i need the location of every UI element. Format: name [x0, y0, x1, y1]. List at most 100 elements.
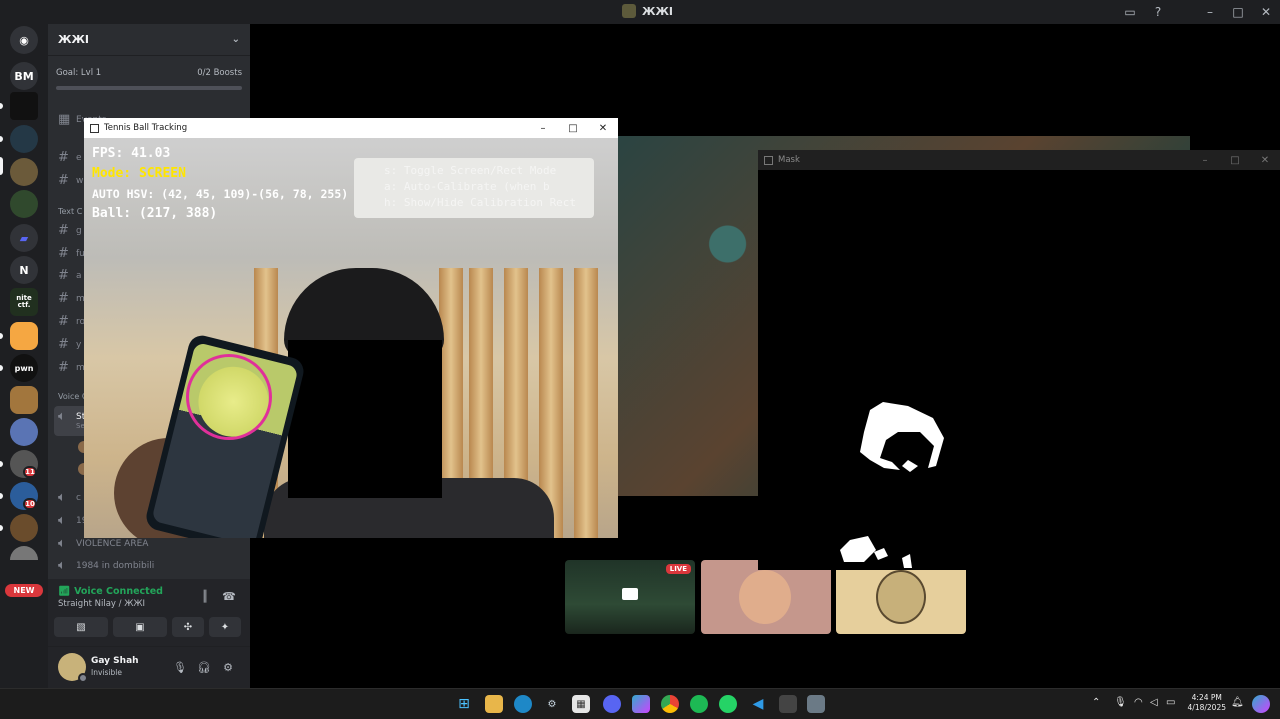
stream-thumbnail[interactable]: LIVE [565, 560, 695, 634]
voice-location[interactable]: Straight Nilay / ЖЖI [58, 599, 145, 609]
minimize-button[interactable]: – [528, 118, 558, 138]
terminal-icon[interactable] [779, 695, 797, 713]
server-icon-10[interactable] [10, 386, 38, 414]
text-channel[interactable]: # g [58, 223, 82, 238]
category-text-channels[interactable]: Text C [58, 207, 82, 216]
mode-readout: Mode: SCREEN [92, 166, 186, 181]
copilot-icon[interactable] [632, 695, 650, 713]
clock-time: 4:24 PM [1191, 693, 1222, 702]
soundboard-button[interactable]: ✦ [209, 617, 241, 637]
headphones-icon[interactable]: 🎧︎ [196, 659, 212, 675]
speaker-icon: 🔈︎ [58, 536, 66, 551]
maximize-button[interactable]: □ [1220, 150, 1250, 170]
voice-channel[interactable]: 🔈︎ c [58, 490, 81, 505]
mask-window[interactable]: Mask – □ ✕ [758, 150, 1280, 570]
spotify-icon[interactable] [690, 695, 708, 713]
server-n[interactable]: N [10, 256, 38, 284]
ball-position-readout: Ball: (217, 388) [92, 206, 218, 221]
tray-overflow-icon[interactable]: ⌃ [1092, 697, 1100, 708]
activities-button[interactable]: ✣ [172, 617, 204, 637]
window-title: ЖЖI [642, 4, 674, 18]
windows-start-icon[interactable]: ⊞ [455, 695, 473, 713]
maximize-button[interactable]: □ [1224, 0, 1252, 24]
mask-blob [902, 554, 912, 568]
text-channel[interactable]: # w [58, 173, 83, 188]
server-icon-3[interactable] [10, 125, 38, 153]
text-channel[interactable]: # m [58, 291, 85, 306]
participant-tile[interactable] [836, 560, 966, 634]
close-button[interactable]: ✕ [1250, 150, 1280, 170]
text-channel[interactable]: # m [58, 360, 85, 375]
inbox-icon[interactable]: ▭ [1116, 0, 1144, 24]
clock[interactable]: 4:24 PM 4/18/2025 [1188, 693, 1226, 713]
text-channel[interactable]: # ro [58, 314, 85, 329]
server-nitectf[interactable]: nite ctf. [10, 288, 38, 316]
discord-home-icon[interactable]: ◉ [10, 26, 38, 54]
folder-icon[interactable]: ▰ [10, 224, 38, 252]
server-pwn[interactable]: pwn [10, 354, 38, 382]
mask-blobs [840, 402, 944, 568]
voice-channel[interactable]: 🔈︎ VIOLENCE AREA [58, 536, 148, 551]
edge-icon[interactable] [514, 695, 532, 713]
server-icon-4[interactable] [10, 158, 38, 186]
minimize-button[interactable]: – [1190, 150, 1220, 170]
server-icon-5[interactable] [10, 190, 38, 218]
notification-bell-icon[interactable]: 🔔︎ [1231, 697, 1244, 708]
microphone-icon[interactable]: 🎙︎ [172, 659, 188, 675]
channel-name: y [76, 339, 82, 350]
maximize-button[interactable]: □ [558, 118, 588, 138]
user-name[interactable]: Gay Shah [91, 656, 139, 666]
vscode-icon[interactable]: ◀ [749, 695, 767, 713]
window-app-icon [90, 123, 99, 133]
boost-goal[interactable]: Goal: Lvl 1 0/2 Boosts [48, 56, 250, 78]
volume-icon[interactable]: ◁ [1150, 697, 1158, 708]
help-icon[interactable]: ? [1144, 0, 1172, 24]
settings-gear-icon[interactable]: ⚙ [220, 659, 236, 675]
channel-name: a [76, 270, 82, 281]
wifi-icon[interactable]: ◠ [1134, 697, 1143, 708]
noise-suppression-icon[interactable]: ║ [198, 589, 212, 603]
category-voice-channels[interactable]: Voice C [58, 392, 87, 401]
server-icon-8[interactable] [10, 322, 38, 350]
mask-blob-main [860, 402, 944, 470]
disconnect-icon[interactable]: ☎ [222, 589, 236, 603]
avatar[interactable] [58, 653, 88, 683]
screen-share-button[interactable]: ▣ [113, 617, 167, 637]
file-explorer-icon[interactable] [485, 695, 503, 713]
whatsapp-icon[interactable] [719, 695, 737, 713]
unread-pill [0, 461, 3, 467]
user-panel: Gay Shah Invisible 🎙︎ 🎧︎ ⚙ [48, 647, 250, 688]
server-icon-14[interactable] [10, 514, 38, 542]
microphone-tray-icon[interactable]: 🎙︎ [1114, 697, 1127, 708]
text-channel[interactable]: # a [58, 268, 82, 283]
screen-share-icon [622, 588, 638, 600]
battery-icon[interactable]: ▭ [1166, 697, 1175, 708]
close-button[interactable]: ✕ [588, 118, 618, 138]
avatar [739, 570, 791, 624]
server-icon-2[interactable] [10, 92, 38, 120]
voice-channel[interactable]: 🔈︎ 1984 in dombibili [58, 558, 154, 573]
server-icon-15[interactable] [10, 546, 38, 560]
boost-count: 0/2 Boosts [197, 68, 242, 78]
camera-off-button[interactable]: ▧ [54, 617, 108, 637]
server-icon-11[interactable] [10, 418, 38, 446]
discord-icon[interactable] [603, 695, 621, 713]
guild-header[interactable]: ЖЖI ⌄ [48, 24, 250, 56]
selected-pill [0, 157, 3, 175]
text-channel[interactable]: # fu [58, 246, 85, 261]
server-bm[interactable]: BM [10, 62, 38, 90]
text-channel[interactable]: # y [58, 337, 81, 352]
text-channel[interactable]: # e [58, 150, 82, 165]
chrome-icon[interactable] [661, 695, 679, 713]
voice-status[interactable]: 📶︎ Voice Connected [58, 586, 163, 597]
copilot-tray-icon[interactable] [1252, 695, 1270, 713]
minimize-button[interactable]: – [1196, 0, 1224, 24]
close-button[interactable]: ✕ [1252, 0, 1280, 24]
unread-pill [0, 333, 3, 339]
tracking-window[interactable]: Tennis Ball Tracking – □ ✕ FPS: 41.03 Mo… [84, 118, 618, 538]
store-icon[interactable]: ▦ [572, 695, 590, 713]
python-window-icon[interactable] [807, 695, 825, 713]
steam-icon[interactable]: ⚙ [543, 695, 561, 713]
participant-tile[interactable] [701, 560, 831, 634]
mention-badge: 10 [23, 498, 37, 510]
